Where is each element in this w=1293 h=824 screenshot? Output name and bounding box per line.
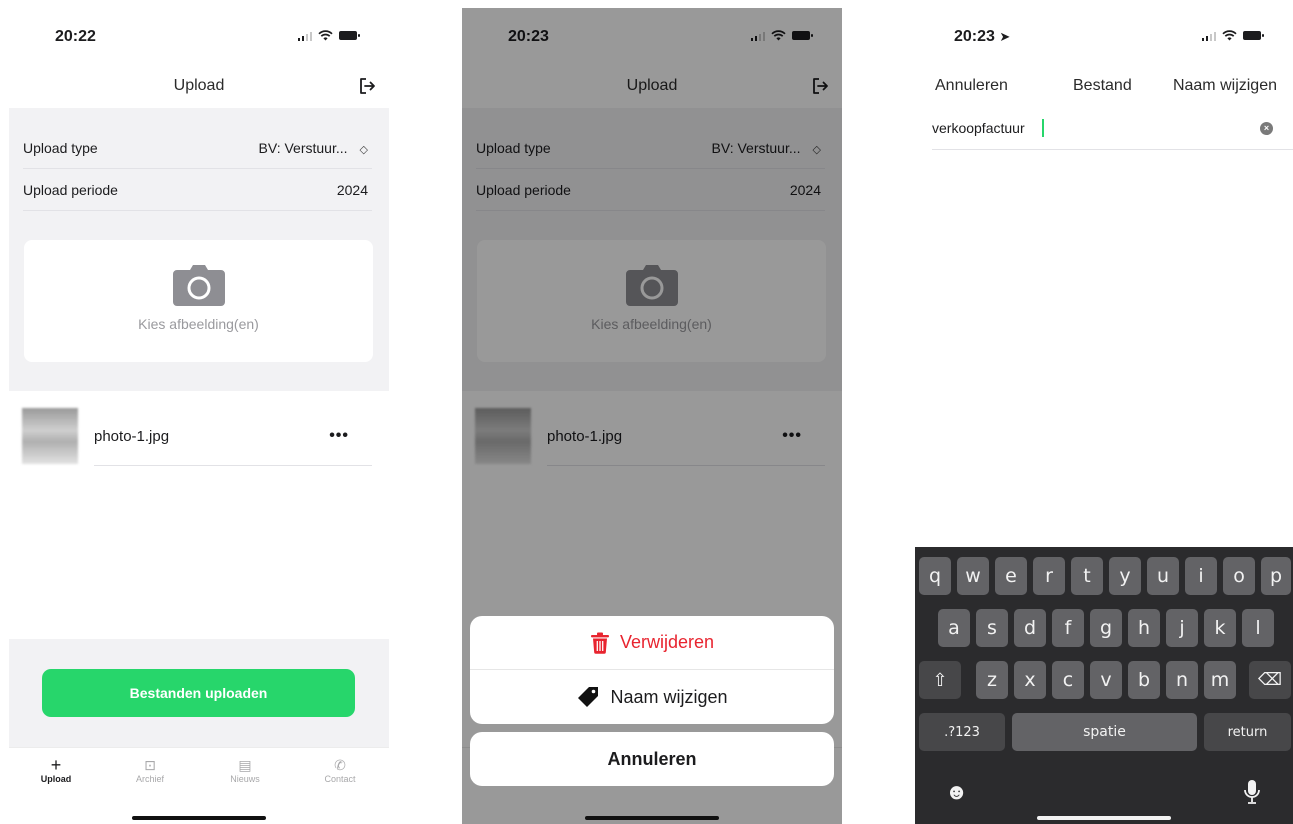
upload-period-label: Upload periode [23,182,118,198]
image-picker[interactable]: Kies afbeelding(en) [24,240,373,362]
text-caret [1042,119,1044,137]
navigation-bar: Annuleren Bestand Naam wijzigen [915,64,1293,108]
key-j[interactable]: j [1166,609,1198,647]
numbers-key[interactable]: .?123 [919,713,1005,751]
delete-button[interactable]: Verwijderen [470,616,834,670]
key-b[interactable]: b [1128,661,1160,699]
key-d[interactable]: d [1014,609,1046,647]
rename-button[interactable]: Naam wijzigen [1173,77,1277,95]
key-t[interactable]: t [1071,557,1103,595]
key-x[interactable]: x [1014,661,1046,699]
key-e[interactable]: e [995,557,1027,595]
key-g[interactable]: g [1090,609,1122,647]
key-c[interactable]: c [1052,661,1084,699]
upload-type-label: Upload type [23,140,98,156]
cancel-button[interactable]: Annuleren [470,732,834,786]
trash-icon [590,632,609,654]
filename-input[interactable] [932,120,1232,136]
key-w[interactable]: w [957,557,989,595]
upload-period-row[interactable]: Upload periode 2024 [23,169,372,211]
key-u[interactable]: u [1147,557,1179,595]
page-title: Bestand [1073,77,1132,94]
delete-label: Verwijderen [619,632,715,652]
key-v[interactable]: v [1090,661,1122,699]
bottom-area: Bestanden uploaden [9,639,389,747]
backspace-key[interactable]: ⌫ [1249,661,1291,699]
file-name: photo-1.jpg [94,428,170,445]
home-indicator [585,816,719,820]
key-z[interactable]: z [976,661,1008,699]
status-time: 20:23 [954,28,995,45]
shift-icon: ⇧ [932,669,948,691]
tab-bar: + Upload ⊡ Archief ▤ Nieuws ✆ Contact [9,747,389,824]
phone-icon: ✆ [334,757,346,773]
rename-screen: 20:23 ➤ Annuleren Bestand Naam wijzigen … [915,8,1293,824]
key-o[interactable]: o [1223,557,1255,595]
news-icon: ▤ [238,757,252,773]
logout-icon[interactable] [357,76,377,96]
tag-icon [578,687,599,707]
return-key[interactable]: return [1204,713,1291,751]
tab-archief[interactable]: ⊡ Archief [120,756,180,784]
key-a[interactable]: a [938,609,970,647]
upload-type-value: BV: Verstuur... [258,140,348,156]
space-key[interactable]: spatie [1012,713,1197,751]
microphone-icon[interactable] [1243,779,1261,805]
archive-icon: ⊡ [144,757,156,773]
status-bar: 20:22 [9,8,389,64]
battery-icon [1243,31,1264,40]
chevron-up-down-icon: ◇ [359,144,368,156]
wifi-icon [1222,30,1237,41]
keyboard: q w e r t y u i o p a s d f g h j k l ⇧ … [915,547,1293,824]
backspace-icon: ⌫ [1257,670,1283,690]
key-k[interactable]: k [1204,609,1236,647]
upload-type-row[interactable]: Upload type BV: Verstuur... ◇ [23,127,372,169]
tab-upload[interactable]: + Upload [26,756,86,784]
key-n[interactable]: n [1166,661,1198,699]
key-l[interactable]: l [1242,609,1274,647]
key-h[interactable]: h [1128,609,1160,647]
cancel-button[interactable]: Annuleren [935,77,1008,95]
page-title: Upload [173,77,225,94]
camera-icon [172,265,225,306]
location-arrow-icon: ➤ [999,29,1011,44]
upload-screen: 20:22 Upload Upload type BV: Verstuur...… [9,8,389,824]
home-indicator [1037,816,1171,820]
emoji-icon[interactable]: ☻ [945,779,968,805]
shift-key[interactable]: ⇧ [919,661,961,699]
upload-form: Upload type BV: Verstuur... ◇ Upload peri… [9,108,389,398]
status-time: 20:22 [55,28,96,45]
tab-nieuws[interactable]: ▤ Nieuws [215,756,275,784]
rename-label: Naam wijzigen [610,686,728,707]
key-y[interactable]: y [1109,557,1141,595]
key-p[interactable]: p [1261,557,1291,595]
key-s[interactable]: s [976,609,1008,647]
file-list: photo-1.jpg ••• [9,391,389,639]
clear-icon[interactable]: × [1260,122,1273,135]
rename-button[interactable]: Naam wijzigen [470,670,834,724]
navigation-bar: Upload [9,64,389,108]
upload-period-value: 2024 [336,182,368,198]
key-i[interactable]: i [1185,557,1217,595]
filename-field: × [932,108,1293,150]
signal-icon [1201,31,1216,41]
signal-icon [297,31,312,41]
home-indicator [132,816,266,820]
tab-contact[interactable]: ✆ Contact [310,756,370,784]
picker-label: Kies afbeelding(en) [138,316,259,332]
key-m[interactable]: m [1204,661,1236,699]
key-f[interactable]: f [1052,609,1084,647]
plus-icon: + [50,755,62,775]
key-q[interactable]: q [919,557,951,595]
wifi-icon [318,30,333,41]
battery-icon [339,31,360,40]
upload-screen-action-sheet: 20:23 Upload Upload type BV: Verstuur...… [462,8,842,824]
upload-files-button[interactable]: Bestanden uploaden [42,669,355,717]
action-sheet: Verwijderen Naam wijzigen [470,616,834,724]
file-thumbnail [22,408,78,464]
key-r[interactable]: r [1033,557,1065,595]
status-bar: 20:23 ➤ [915,8,1293,64]
more-icon[interactable]: ••• [329,427,349,445]
